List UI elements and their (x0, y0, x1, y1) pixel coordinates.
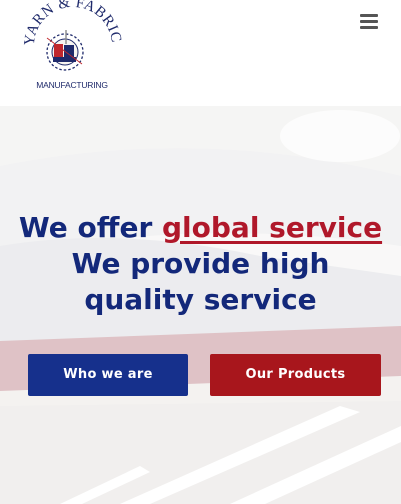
headline-line-1: We offer global service (0, 210, 401, 246)
headline-line-3: quality service (84, 283, 317, 316)
logo-tagline: MANUFACTURING (36, 80, 108, 90)
headline-prefix: We offer (18, 211, 163, 244)
logo-arc-text: YARN & FABRIC (22, 0, 124, 46)
hero-section: We offer global service We provide high … (0, 106, 401, 504)
svg-text:YARN & FABRIC: YARN & FABRIC (22, 0, 124, 46)
hamburger-menu-icon[interactable] (356, 11, 382, 33)
logo-emblem: YARN & FABRIC (22, 0, 124, 71)
who-we-are-button[interactable]: Who we are (28, 354, 188, 396)
brand-logo[interactable]: YARN & FABRIC MANUFACTURING (14, 0, 130, 96)
our-products-button[interactable]: Our Products (210, 354, 381, 396)
headline-line-2: We provide high (71, 247, 330, 280)
site-header: YARN & FABRIC MANUFACTURING (0, 0, 401, 106)
hero-headline: We offer global service We provide high … (0, 210, 401, 318)
headline-highlight-link[interactable]: global service (162, 211, 382, 244)
